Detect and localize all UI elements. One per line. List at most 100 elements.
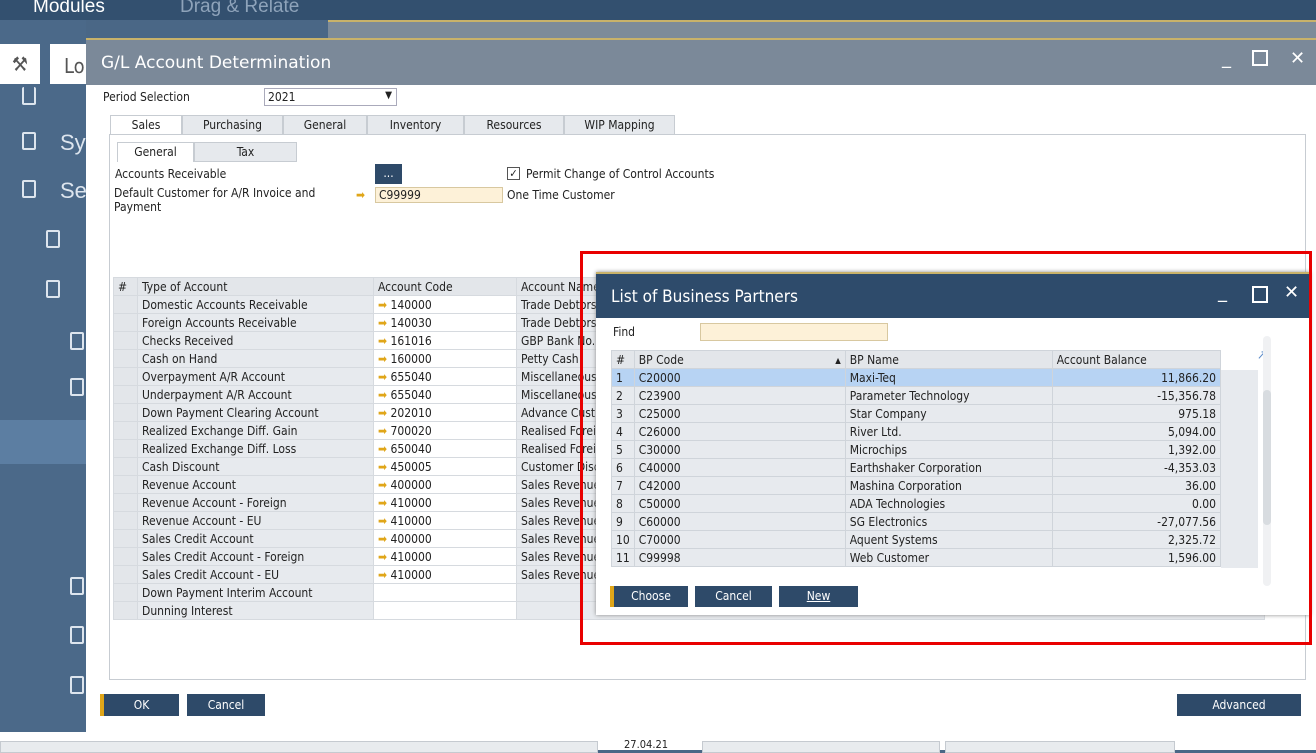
sidebar-item-se[interactable]: Se xyxy=(60,178,87,204)
status-bar: 27.04.21 xyxy=(0,732,1316,753)
row-number xyxy=(113,457,138,476)
account-code-cell[interactable]: ➡ 700020 xyxy=(373,421,517,440)
maximize-icon[interactable] xyxy=(1252,50,1268,66)
link-arrow-icon[interactable]: ➡ xyxy=(378,478,387,492)
book-icon xyxy=(22,180,36,198)
account-code-cell[interactable]: ➡ 410000 xyxy=(373,493,517,512)
account-type: Revenue Account - Foreign xyxy=(137,493,374,512)
sidebar-item-sy[interactable]: Sy xyxy=(60,130,86,156)
link-arrow-icon[interactable]: ➡ xyxy=(378,370,387,384)
subtab-general[interactable]: General xyxy=(117,142,194,162)
close-icon[interactable]: ✕ xyxy=(1290,48,1305,69)
account-code-cell[interactable] xyxy=(373,601,517,620)
account-code: 450005 xyxy=(390,459,432,474)
account-code: 400000 xyxy=(390,531,432,546)
account-code: 410000 xyxy=(390,513,432,528)
row-number xyxy=(113,529,138,548)
col-type[interactable]: Type of Account xyxy=(137,277,374,296)
account-code-cell[interactable]: ➡ 650040 xyxy=(373,439,517,458)
status-date: 27.04.21 xyxy=(624,738,669,751)
modules-tab[interactable]: Modules xyxy=(33,0,105,18)
row-number xyxy=(113,601,138,620)
link-arrow-icon[interactable]: ➡ xyxy=(378,352,387,366)
highlight-rectangle xyxy=(580,251,1312,645)
account-code-cell[interactable]: ➡ 140030 xyxy=(373,313,517,332)
tab-purchasing[interactable]: Purchasing xyxy=(182,115,283,135)
link-arrow-icon[interactable]: ➡ xyxy=(378,298,387,312)
account-code-cell[interactable]: ➡ 410000 xyxy=(373,547,517,566)
account-code: 160000 xyxy=(390,351,432,366)
link-arrow-icon[interactable]: ➡ xyxy=(378,406,387,420)
default-customer-input[interactable]: C99999 xyxy=(375,187,503,203)
background-window xyxy=(328,20,1316,40)
account-type: Foreign Accounts Receivable xyxy=(137,313,374,332)
period-selection-label: Period Selection xyxy=(103,90,190,104)
account-type: Down Payment Clearing Account xyxy=(137,403,374,422)
link-arrow-icon[interactable]: ➡ xyxy=(378,550,387,564)
tab-resources[interactable]: Resources xyxy=(464,115,564,135)
row-number xyxy=(113,439,138,458)
accounts-receivable-button[interactable]: ... xyxy=(375,164,402,184)
tab-sales[interactable]: Sales xyxy=(110,115,182,135)
link-arrow-icon[interactable]: ➡ xyxy=(378,424,387,438)
row-number xyxy=(113,475,138,494)
account-code-cell[interactable]: ➡ 410000 xyxy=(373,565,517,584)
document-icon xyxy=(70,332,84,350)
subtab-tax[interactable]: Tax xyxy=(194,142,297,162)
account-type: Domestic Accounts Receivable xyxy=(137,295,374,314)
row-number xyxy=(113,421,138,440)
account-code-cell[interactable]: ➡ 202010 xyxy=(373,403,517,422)
account-code-cell[interactable]: ➡ 140000 xyxy=(373,295,517,314)
account-code-cell[interactable]: ➡ 410000 xyxy=(373,511,517,530)
book-icon xyxy=(46,280,60,298)
period-selection-dropdown[interactable]: 2021 ▼ xyxy=(264,88,397,106)
account-code-cell[interactable]: ➡ 655040 xyxy=(373,367,517,386)
tab-inventory[interactable]: Inventory xyxy=(367,115,464,135)
col-number[interactable]: # xyxy=(113,277,138,296)
link-arrow-icon[interactable]: ➡ xyxy=(378,388,387,402)
account-code-cell[interactable]: ➡ 161016 xyxy=(373,331,517,350)
link-arrow-icon[interactable]: ➡ xyxy=(378,496,387,510)
link-arrow-icon[interactable]: ➡ xyxy=(378,442,387,456)
account-code: 202010 xyxy=(390,405,432,420)
permit-checkbox[interactable]: ✓ xyxy=(507,167,520,180)
account-code-cell[interactable]: ➡ 655040 xyxy=(373,385,517,404)
row-number xyxy=(113,295,138,314)
tab-general[interactable]: General xyxy=(283,115,367,135)
link-arrow-icon[interactable]: ➡ xyxy=(356,188,365,202)
status-field xyxy=(0,741,598,753)
link-arrow-icon[interactable]: ➡ xyxy=(378,334,387,348)
minimize-icon[interactable]: _ xyxy=(1222,48,1231,69)
window-title: G/L Account Determination xyxy=(86,40,1316,85)
row-number xyxy=(113,367,138,386)
link-arrow-icon[interactable]: ➡ xyxy=(378,514,387,528)
link-arrow-icon[interactable]: ➡ xyxy=(378,460,387,474)
sidebar-selected-item[interactable] xyxy=(0,420,86,464)
drag-relate-tab[interactable]: Drag & Relate xyxy=(180,0,299,18)
search-input[interactable]: Lo xyxy=(50,44,86,84)
account-code-cell[interactable]: ➡ 160000 xyxy=(373,349,517,368)
account-code: 655040 xyxy=(390,369,432,384)
wrench-icon[interactable]: ⚒ xyxy=(0,44,40,84)
cancel-button[interactable]: Cancel xyxy=(187,694,265,716)
account-code: 650040 xyxy=(390,441,432,456)
account-code-cell[interactable]: ➡ 400000 xyxy=(373,529,517,548)
ok-button[interactable]: OK xyxy=(100,694,179,716)
account-code-cell[interactable] xyxy=(373,583,517,602)
advanced-button[interactable]: Advanced xyxy=(1177,694,1301,716)
account-code: 400000 xyxy=(390,477,432,492)
link-arrow-icon[interactable]: ➡ xyxy=(378,568,387,582)
account-code-cell[interactable]: ➡ 400000 xyxy=(373,475,517,494)
link-arrow-icon[interactable]: ➡ xyxy=(378,532,387,546)
period-value: 2021 xyxy=(268,90,296,104)
account-type: Overpayment A/R Account xyxy=(137,367,374,386)
tab-wip-mapping[interactable]: WIP Mapping xyxy=(564,115,675,135)
book-icon xyxy=(46,230,60,248)
col-code[interactable]: Account Code xyxy=(373,277,517,296)
link-arrow-icon[interactable]: ➡ xyxy=(378,316,387,330)
account-type: Sales Credit Account - EU xyxy=(137,565,374,584)
account-code-cell[interactable]: ➡ 450005 xyxy=(373,457,517,476)
default-customer-label: Default Customer for A/R Invoice and Pay… xyxy=(114,186,316,214)
accounts-receivable-label: Accounts Receivable xyxy=(115,167,227,181)
account-type: Cash Discount xyxy=(137,457,374,476)
